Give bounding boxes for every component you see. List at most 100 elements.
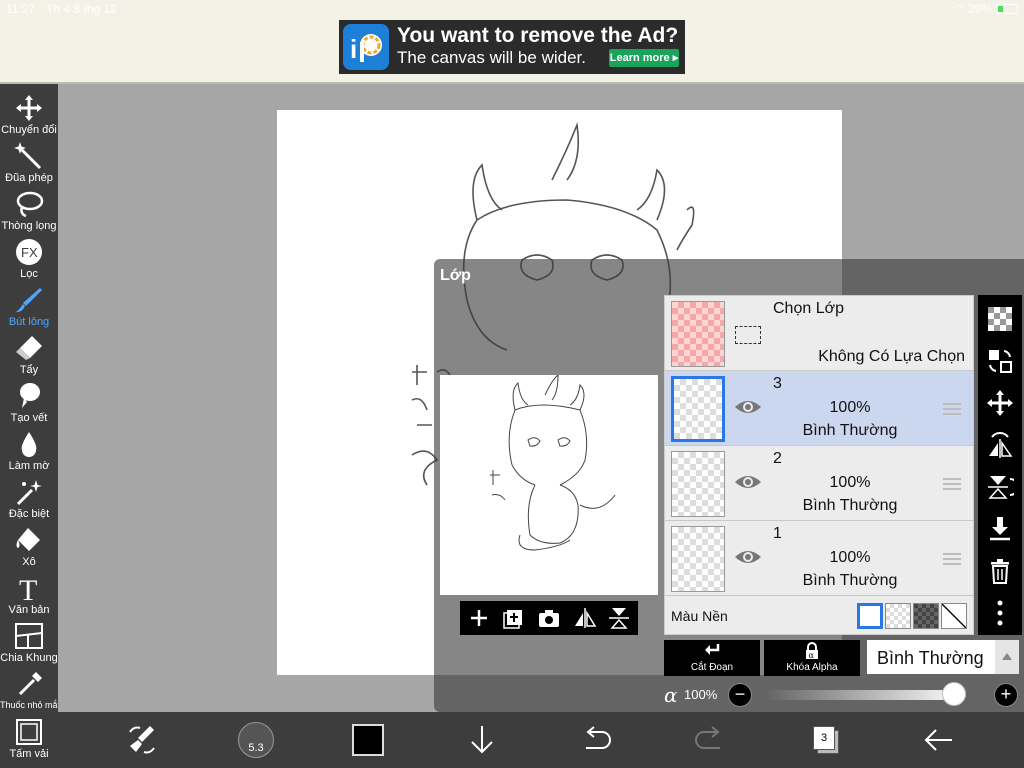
selection-layer-thumbnail	[671, 301, 725, 367]
drag-handle-icon[interactable]	[943, 553, 961, 565]
flip-layer-vertical-icon[interactable]	[986, 473, 1014, 501]
bg-swatch-white[interactable]	[857, 603, 883, 629]
undo-icon[interactable]	[578, 722, 614, 758]
increase-opacity-button[interactable]: +	[994, 683, 1018, 707]
merge-down-icon[interactable]	[986, 515, 1014, 543]
tool-magic-wand[interactable]: Đũa phép	[0, 138, 58, 186]
drag-handle-icon[interactable]	[943, 403, 961, 415]
layer-name: 2	[773, 450, 782, 467]
move-layer-icon[interactable]	[986, 389, 1014, 417]
smudge-icon	[20, 383, 40, 408]
duplicate-layer-icon[interactable]	[500, 605, 526, 631]
flip-vertical-icon[interactable]	[606, 605, 632, 631]
tool-label: Chia Khung	[0, 652, 58, 664]
clipping-button[interactable]: Cắt Đoạn	[664, 640, 760, 676]
tool-canvas[interactable]: Tấm vải	[0, 714, 58, 762]
opacity-row: α 100% − +	[664, 681, 1024, 709]
color-swatch[interactable]	[352, 724, 384, 756]
alpha-lock-button[interactable]: α Khóa Alpha	[764, 640, 860, 676]
trash-icon[interactable]	[986, 557, 1014, 585]
layer-tools-strip	[978, 295, 1022, 635]
add-layer-icon[interactable]	[466, 605, 492, 631]
brush-eraser-toggle-icon[interactable]	[124, 722, 160, 758]
eye-icon[interactable]	[733, 472, 763, 492]
canvas-icon	[16, 719, 42, 745]
tool-frame-divider[interactable]: Chia Khung	[0, 618, 58, 666]
ad-banner[interactable]: i You want to remove the Ad? The canvas …	[339, 20, 685, 74]
tool-label: Đũa phép	[5, 172, 53, 184]
tool-eyedropper[interactable]: Thuốc nhỏ mắt	[0, 666, 60, 714]
magic-wand-icon	[14, 142, 42, 170]
selection-marquee-icon	[735, 326, 761, 344]
tool-label: Tấm vải	[9, 748, 49, 760]
chevron-up-icon	[995, 640, 1019, 674]
swap-layer-icon[interactable]	[986, 347, 1014, 375]
alpha-symbol: α	[664, 683, 678, 707]
tool-blur[interactable]: Làm mờ	[0, 426, 58, 474]
selection-layer-row[interactable]: Chọn Lớp Không Có Lựa Chọn	[665, 296, 973, 371]
tool-special[interactable]: Đặc biệt	[0, 474, 58, 522]
tool-filter[interactable]: FX Lọc	[0, 234, 58, 282]
tool-transform[interactable]: Chuyển đổi	[0, 90, 58, 138]
layer-panel: Lớp Chọn Lớp Không Có Lựa Chọn 3 100% Bì…	[434, 259, 1024, 712]
selection-layer-title: Chọn Lớp	[773, 300, 844, 317]
opacity-slider[interactable]	[766, 682, 966, 706]
checker-icon[interactable]	[986, 305, 1014, 333]
bg-swatch-none[interactable]	[941, 603, 967, 629]
learn-more-button[interactable]: Learn more ▸	[609, 49, 679, 67]
lock-icon: α	[806, 642, 818, 660]
tool-eraser[interactable]: Tẩy	[0, 330, 58, 378]
layer-thumbnail	[671, 451, 725, 517]
preview-thumbnail	[490, 373, 616, 551]
redo-icon[interactable]	[692, 722, 728, 758]
brush-icon	[16, 288, 42, 313]
layer-thumbnail	[671, 526, 725, 592]
wifi-icon: ◠	[953, 2, 964, 16]
eye-icon[interactable]	[733, 397, 763, 417]
tool-label: Đặc biệt	[8, 508, 50, 520]
flip-horizontal-icon[interactable]	[572, 605, 598, 631]
ibis-paint-logo-icon: i	[343, 24, 389, 70]
text-icon: T	[19, 574, 37, 602]
eye-icon[interactable]	[733, 547, 763, 567]
decrease-opacity-button[interactable]: −	[728, 683, 752, 707]
selection-layer-subtitle: Không Có Lựa Chọn	[818, 348, 965, 365]
tool-text[interactable]: T Văn bản	[0, 570, 58, 618]
bg-swatch-transparent-light[interactable]	[885, 603, 911, 629]
fx-icon: FX	[16, 239, 42, 265]
svg-text:i: i	[350, 34, 357, 64]
opacity-slider-knob[interactable]	[942, 682, 966, 706]
battery-percent: 29%	[967, 2, 992, 16]
bg-swatch-transparent-dark[interactable]	[913, 603, 939, 629]
flip-layer-horizontal-icon[interactable]	[986, 431, 1014, 459]
blend-mode-select[interactable]: Bình Thường	[867, 640, 1019, 674]
layer-panel-title: Lớp	[440, 267, 471, 284]
layer-row[interactable]: 1 100% Bình Thường	[665, 521, 973, 596]
layer-row[interactable]: 3 100% Bình Thường	[665, 371, 973, 446]
preview-toolbar	[460, 601, 638, 635]
layer-opacity: 100%	[829, 549, 871, 566]
arrow-down-icon[interactable]	[464, 722, 500, 758]
move-icon	[16, 95, 42, 121]
clipping-arrow-icon	[705, 644, 720, 655]
svg-text:FX: FX	[21, 245, 38, 260]
layer-row[interactable]: 2 100% Bình Thường	[665, 446, 973, 521]
status-right: ◠ 29%	[953, 2, 1018, 16]
more-options-icon[interactable]	[986, 599, 1014, 627]
tool-lasso[interactable]: Thòng lọng	[0, 186, 58, 234]
tool-bucket[interactable]: Xô	[0, 522, 58, 570]
brush-size-button[interactable]: 5.3	[238, 722, 274, 758]
bucket-icon	[16, 528, 40, 551]
tool-label: Bút lông	[8, 316, 50, 328]
tool-label: Tẩy	[19, 364, 39, 376]
drag-handle-icon[interactable]	[943, 478, 961, 490]
tool-label: Văn bản	[8, 604, 50, 616]
back-arrow-icon[interactable]	[920, 722, 956, 758]
camera-icon[interactable]	[536, 605, 562, 631]
tool-brush[interactable]: Bút lông	[0, 282, 58, 330]
layer-name: 3	[773, 375, 782, 392]
status-time: 11:27	[6, 2, 36, 16]
background-color-row: Màu Nền	[665, 598, 973, 634]
layer-thumbnail	[671, 376, 725, 442]
tool-smudge[interactable]: Tạo vết	[0, 378, 58, 426]
